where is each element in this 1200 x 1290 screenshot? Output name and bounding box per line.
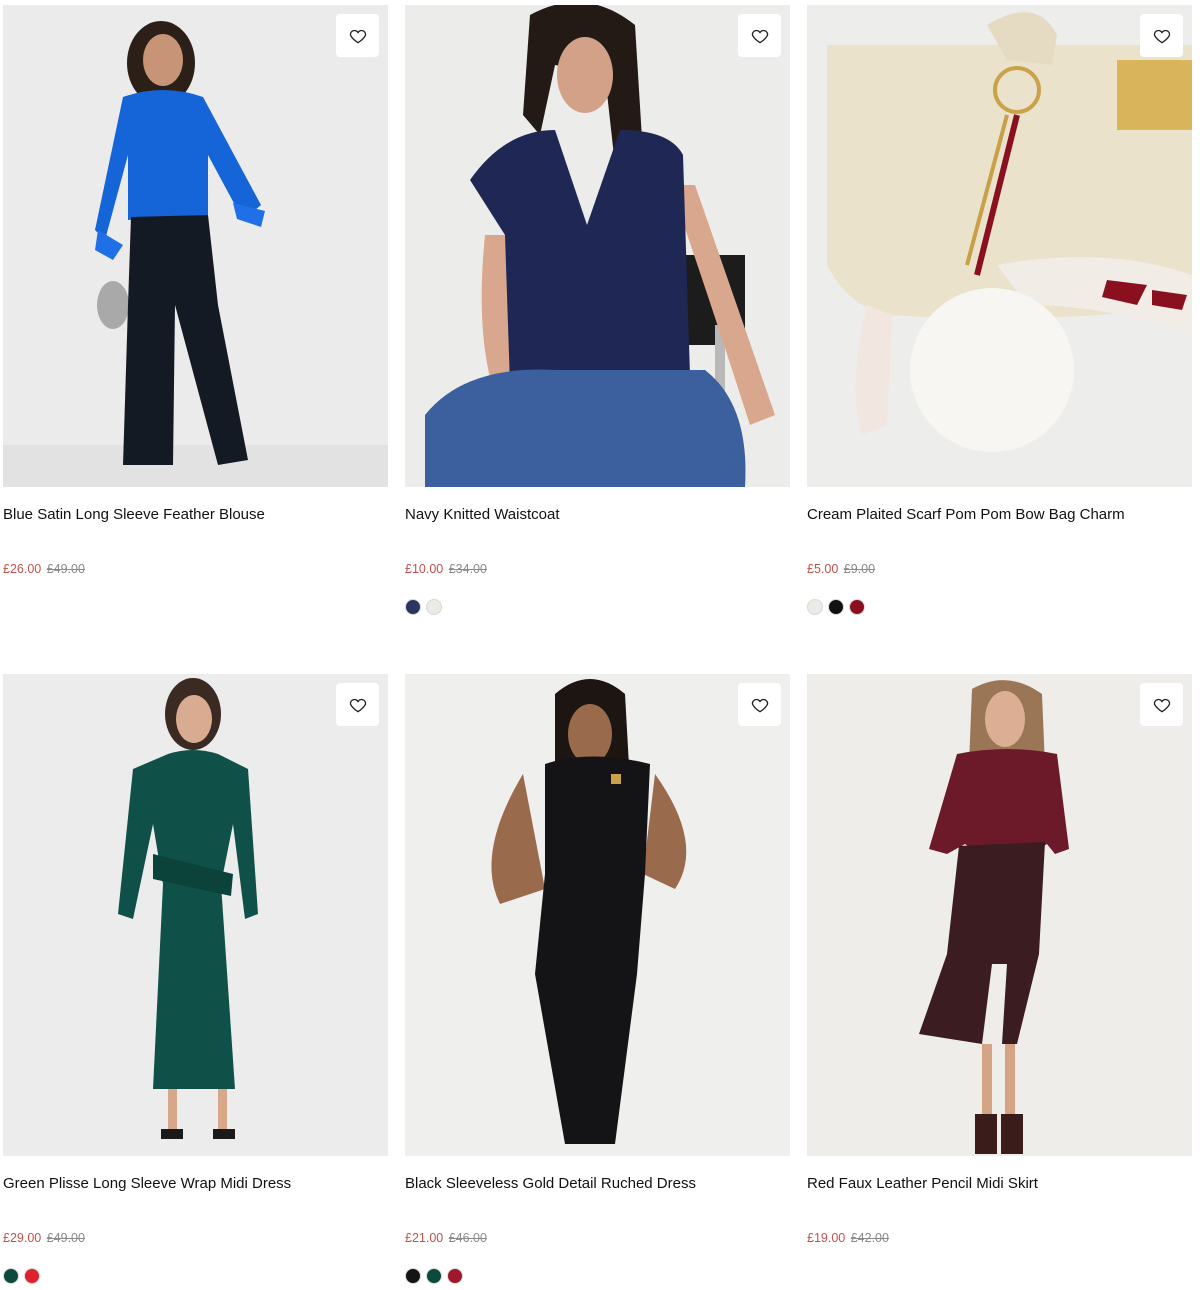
wishlist-button[interactable] [336, 683, 379, 726]
price-block: £5.00 £9.00 [807, 561, 875, 577]
sale-price: £10.00 [405, 562, 444, 576]
price-block: £26.00 £49.00 [3, 561, 85, 577]
sale-price: £21.00 [405, 1231, 444, 1245]
colour-swatches [3, 1268, 40, 1284]
sale-price: £26.00 [3, 562, 42, 576]
product-photo [405, 5, 790, 487]
product-title[interactable]: Navy Knitted Waistcoat [405, 505, 560, 525]
original-price: £9.00 [843, 562, 876, 576]
wishlist-button[interactable] [1140, 683, 1183, 726]
sale-price: £19.00 [807, 1231, 846, 1245]
heart-outline-icon [1153, 29, 1170, 43]
product-image[interactable] [807, 5, 1192, 487]
product-title[interactable]: Cream Plaited Scarf Pom Pom Bow Bag Char… [807, 505, 1125, 525]
product-image[interactable] [3, 5, 388, 487]
product-card[interactable]: Black Sleeveless Gold Detail Ruched Dres… [405, 674, 790, 1284]
product-image[interactable] [405, 5, 790, 487]
product-card[interactable]: Red Faux Leather Pencil Midi Skirt £19.0… [807, 674, 1192, 1245]
price-block: £21.00 £46.00 [405, 1230, 487, 1246]
colour-swatch[interactable] [807, 599, 823, 615]
heart-outline-icon [751, 698, 768, 712]
product-image[interactable] [807, 674, 1192, 1156]
colour-swatch[interactable] [849, 599, 865, 615]
product-card[interactable]: Navy Knitted Waistcoat £10.00 £34.00 [405, 5, 790, 615]
product-title[interactable]: Black Sleeveless Gold Detail Ruched Dres… [405, 1174, 696, 1194]
product-photo [3, 674, 388, 1156]
price-block: £19.00 £42.00 [807, 1230, 889, 1246]
colour-swatch[interactable] [447, 1268, 463, 1284]
product-title[interactable]: Green Plisse Long Sleeve Wrap Midi Dress [3, 1174, 291, 1194]
heart-outline-icon [1153, 698, 1170, 712]
colour-swatch[interactable] [405, 1268, 421, 1284]
heart-outline-icon [349, 29, 366, 43]
wishlist-button[interactable] [1140, 14, 1183, 57]
original-price: £49.00 [46, 562, 85, 576]
product-image[interactable] [3, 674, 388, 1156]
colour-swatch[interactable] [426, 1268, 442, 1284]
product-card[interactable]: Blue Satin Long Sleeve Feather Blouse £2… [3, 5, 388, 576]
original-price: £34.00 [448, 562, 487, 576]
product-image[interactable] [405, 674, 790, 1156]
heart-outline-icon [751, 29, 768, 43]
colour-swatch[interactable] [3, 1268, 19, 1284]
colour-swatches [405, 599, 442, 615]
wishlist-button[interactable] [738, 683, 781, 726]
colour-swatch[interactable] [405, 599, 421, 615]
product-photo [807, 674, 1192, 1156]
product-card[interactable]: Cream Plaited Scarf Pom Pom Bow Bag Char… [807, 5, 1192, 615]
product-photo [3, 5, 388, 487]
heart-outline-icon [349, 698, 366, 712]
colour-swatches [405, 1268, 463, 1284]
original-price: £49.00 [46, 1231, 85, 1245]
sale-price: £29.00 [3, 1231, 42, 1245]
original-price: £46.00 [448, 1231, 487, 1245]
product-title[interactable]: Red Faux Leather Pencil Midi Skirt [807, 1174, 1038, 1194]
colour-swatch[interactable] [24, 1268, 40, 1284]
product-photo [405, 674, 790, 1156]
price-block: £10.00 £34.00 [405, 561, 487, 577]
colour-swatch[interactable] [828, 599, 844, 615]
original-price: £42.00 [850, 1231, 889, 1245]
sale-price: £5.00 [807, 562, 839, 576]
price-block: £29.00 £49.00 [3, 1230, 85, 1246]
product-title[interactable]: Blue Satin Long Sleeve Feather Blouse [3, 505, 265, 525]
colour-swatches [807, 599, 865, 615]
product-card[interactable]: Green Plisse Long Sleeve Wrap Midi Dress… [3, 674, 388, 1284]
colour-swatch[interactable] [426, 599, 442, 615]
wishlist-button[interactable] [336, 14, 379, 57]
product-photo [807, 5, 1192, 487]
wishlist-button[interactable] [738, 14, 781, 57]
